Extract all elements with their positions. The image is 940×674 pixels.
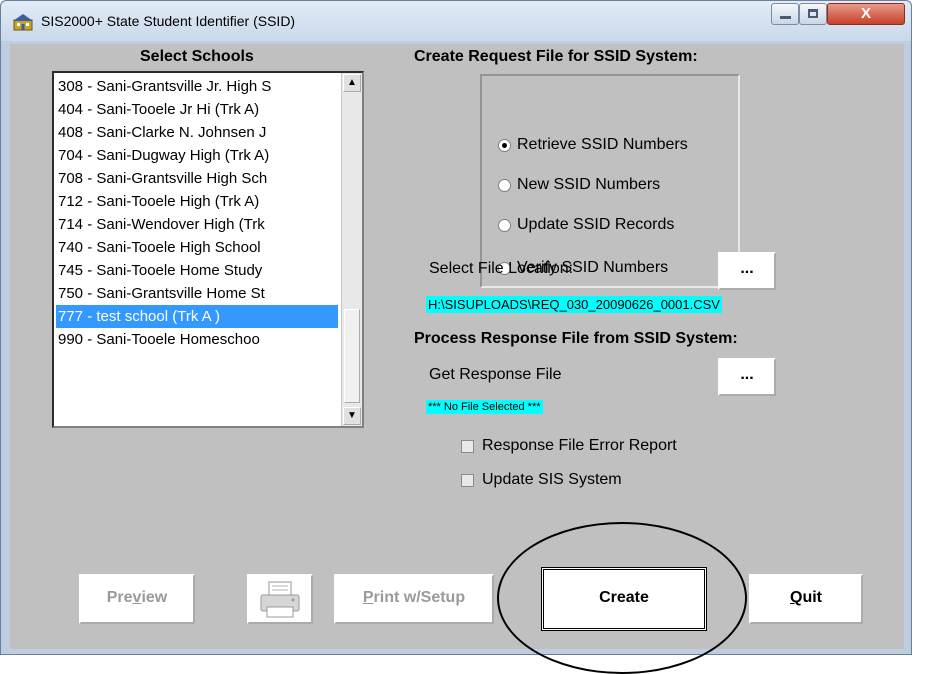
preview-label-start: Pre — [106, 589, 133, 606]
minimize-button[interactable] — [771, 3, 799, 25]
radio-checked-icon[interactable] — [498, 138, 511, 152]
school-building-icon — [13, 14, 33, 31]
title-bar[interactable]: SIS2000+ State Student Identifier (SSID)… — [1, 1, 911, 41]
radio-new-ssid[interactable]: New SSID Numbers — [498, 173, 660, 197]
list-item[interactable]: 740 - Sani-Tooele High School — [58, 236, 338, 259]
list-item[interactable]: 745 - Sani-Tooele Home Study — [58, 259, 338, 282]
close-icon: X — [860, 5, 871, 22]
window-title: SIS2000+ State Student Identifier (SSID) — [41, 13, 296, 29]
schools-listbox[interactable]: 308 - Sani-Grantsville Jr. High S 404 - … — [52, 71, 364, 428]
list-item[interactable]: 308 - Sani-Grantsville Jr. High S — [58, 75, 338, 98]
browse-file-location-button[interactable]: ... — [718, 252, 776, 290]
radio-retrieve-ssid[interactable]: Retrieve SSID Numbers — [498, 133, 688, 157]
list-item[interactable]: 704 - Sani-Dugway High (Trk A) — [58, 144, 338, 167]
listbox-scrollbar[interactable]: ▲ ▼ — [341, 73, 362, 426]
process-response-heading: Process Response File from SSID System: — [414, 330, 738, 347]
quit-label-hotkey: Q — [790, 589, 803, 606]
list-item[interactable]: 714 - Sani-Wendover High (Trk — [58, 213, 338, 236]
radio-label: Update SSID Records — [517, 216, 675, 233]
list-item[interactable]: 750 - Sani-Grantsville Home St — [58, 282, 338, 305]
checkbox-label: Update SIS System — [482, 471, 622, 488]
radio-label: Retrieve SSID Numbers — [517, 136, 688, 153]
list-item[interactable]: 712 - Sani-Tooele High (Trk A) — [58, 190, 338, 213]
create-button[interactable]: Create — [541, 567, 707, 631]
print-setup-button[interactable]: Print w/Setup — [334, 574, 494, 624]
print-label-hotkey: P — [362, 589, 374, 606]
print-label-rest: rint w/Setup — [373, 589, 466, 606]
create-request-heading: Create Request File for SSID System: — [414, 48, 698, 65]
file-location-label: Select File Location: — [429, 260, 574, 277]
quit-label-rest: uit — [802, 589, 822, 606]
checkbox-label: Response File Error Report — [482, 437, 677, 454]
list-item[interactable]: 404 - Sani-Tooele Jr Hi (Trk A) — [58, 98, 338, 121]
scroll-up-arrow-icon[interactable]: ▲ — [343, 74, 361, 92]
radio-update-ssid[interactable]: Update SSID Records — [498, 213, 674, 237]
checkbox-icon[interactable] — [461, 473, 474, 487]
maximize-icon — [808, 9, 818, 18]
select-schools-heading: Select Schools — [140, 48, 254, 65]
list-item[interactable]: 990 - Sani-Tooele Homeschoo — [58, 328, 338, 351]
close-button[interactable]: X — [827, 3, 905, 25]
quit-button[interactable]: Quit — [749, 574, 863, 624]
preview-button[interactable]: Preview — [79, 574, 195, 624]
browse-response-file-button[interactable]: ... — [718, 358, 776, 396]
list-item[interactable]: 708 - Sani-Grantsville High Sch — [58, 167, 338, 190]
file-path-display: H:\SISUPLOADS\REQ_030_20090626_0001.CSV — [426, 296, 722, 313]
scroll-down-arrow-icon[interactable]: ▼ — [343, 407, 361, 425]
scroll-thumb[interactable] — [344, 309, 360, 403]
minimize-icon — [780, 16, 791, 19]
radio-unchecked-icon[interactable] — [498, 218, 511, 232]
preview-label-end: iew — [141, 589, 168, 606]
printer-button[interactable] — [247, 574, 313, 624]
checkbox-error-report[interactable]: Response File Error Report — [461, 437, 677, 455]
radio-label: New SSID Numbers — [517, 176, 661, 193]
app-window: SIS2000+ State Student Identifier (SSID)… — [0, 0, 912, 655]
no-file-selected-display: *** No File Selected *** — [426, 400, 543, 414]
list-item-selected[interactable]: 777 - test school (Trk A ) — [56, 305, 338, 328]
get-response-label: Get Response File — [429, 366, 562, 383]
printer-icon — [260, 581, 300, 618]
list-item[interactable]: 408 - Sani-Clarke N. Johnsen J — [58, 121, 338, 144]
checkbox-icon[interactable] — [461, 439, 474, 453]
maximize-button[interactable] — [799, 3, 827, 25]
request-type-group: Retrieve SSID Numbers New SSID Numbers U… — [480, 74, 740, 288]
checkbox-update-sis[interactable]: Update SIS System — [461, 471, 622, 489]
radio-unchecked-icon[interactable] — [498, 178, 511, 192]
